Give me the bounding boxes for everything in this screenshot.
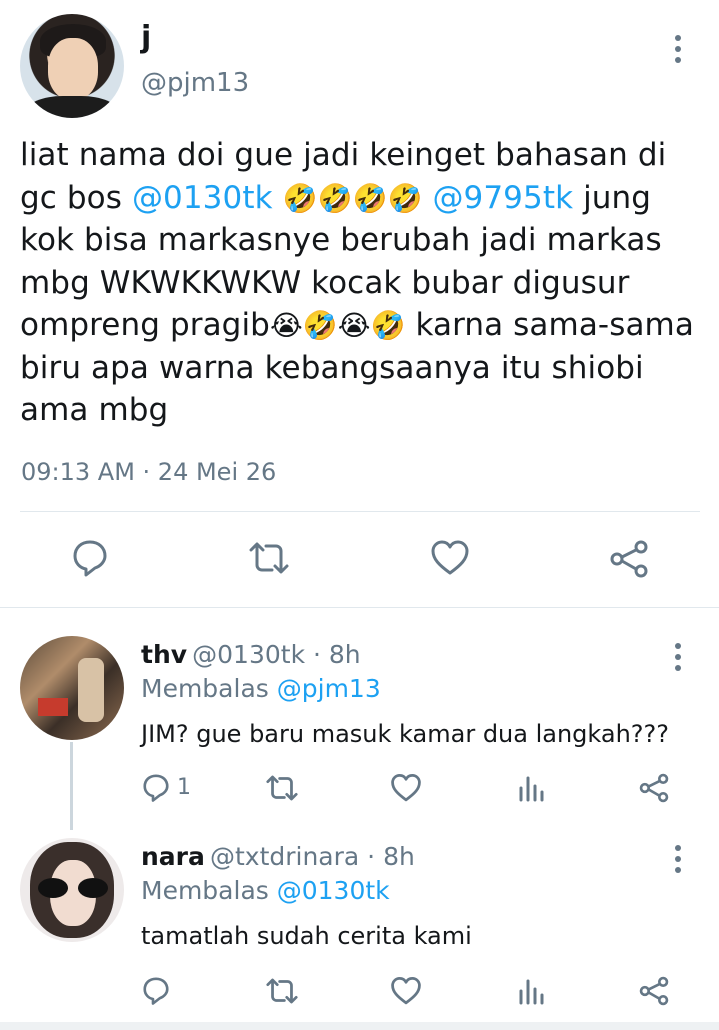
reply-icon[interactable] — [70, 537, 110, 577]
tweet-timestamp[interactable]: 09:13 AM · 24 Mei 26 — [21, 456, 276, 488]
retweet-icon[interactable] — [247, 539, 291, 577]
like-icon[interactable] — [430, 539, 470, 577]
emoji-group: 🤣🤣🤣🤣 — [282, 181, 423, 215]
reply-text: JIM? gue baru masuk kamar dua langkah??? — [141, 720, 670, 748]
tweet-text-segment — [273, 180, 283, 216]
replying-to: Membalas @pjm13 — [141, 674, 381, 703]
reply-icon[interactable] — [141, 772, 171, 802]
reply-meta: @0130tk · 8h — [192, 640, 361, 669]
author-name[interactable]: j — [141, 20, 151, 56]
divider — [0, 607, 719, 608]
reply-avatar[interactable] — [20, 838, 124, 942]
thread-line — [70, 742, 73, 830]
more-vertical-icon[interactable] — [668, 845, 688, 873]
retweet-icon[interactable] — [264, 773, 300, 803]
reply-icon[interactable] — [141, 975, 171, 1005]
mention-link[interactable]: @9795tk — [432, 180, 573, 216]
reply-author-name[interactable]: nara — [141, 842, 205, 871]
reply-meta: @txtdrinara · 8h — [209, 842, 415, 871]
reply-author-name[interactable]: thv — [141, 640, 187, 669]
reply-avatar[interactable] — [20, 636, 124, 740]
more-vertical-icon[interactable] — [668, 35, 688, 63]
author-avatar[interactable] — [20, 14, 124, 118]
like-icon[interactable] — [390, 976, 422, 1006]
reply-text: tamatlah sudah cerita kami — [141, 922, 472, 950]
retweet-icon[interactable] — [264, 976, 300, 1006]
analytics-icon[interactable] — [517, 774, 545, 802]
reply-count: 1 — [177, 775, 191, 800]
analytics-icon[interactable] — [517, 977, 545, 1005]
like-icon[interactable] — [390, 773, 422, 803]
mention-link[interactable]: @0130tk — [132, 180, 273, 216]
tweet-text: liat nama doi gue jadi keinget bahasan d… — [20, 134, 704, 432]
replying-to-link[interactable]: @0130tk — [277, 876, 390, 905]
more-vertical-icon[interactable] — [668, 643, 688, 671]
author-handle[interactable]: @pjm13 — [141, 66, 249, 100]
reply-header[interactable]: nara @txtdrinara · 8h — [141, 841, 415, 873]
tweet-text-segment — [422, 180, 432, 216]
share-icon[interactable] — [638, 772, 670, 804]
divider — [20, 511, 700, 512]
emoji-group: 😭🤣😭🤣 — [269, 309, 406, 342]
replying-to: Membalas @0130tk — [141, 876, 390, 905]
replying-to-link[interactable]: @pjm13 — [277, 674, 381, 703]
reply-header[interactable]: thv @0130tk · 8h — [141, 639, 361, 671]
bottom-separator — [0, 1022, 719, 1030]
share-icon[interactable] — [608, 539, 650, 579]
share-icon[interactable] — [638, 975, 670, 1007]
